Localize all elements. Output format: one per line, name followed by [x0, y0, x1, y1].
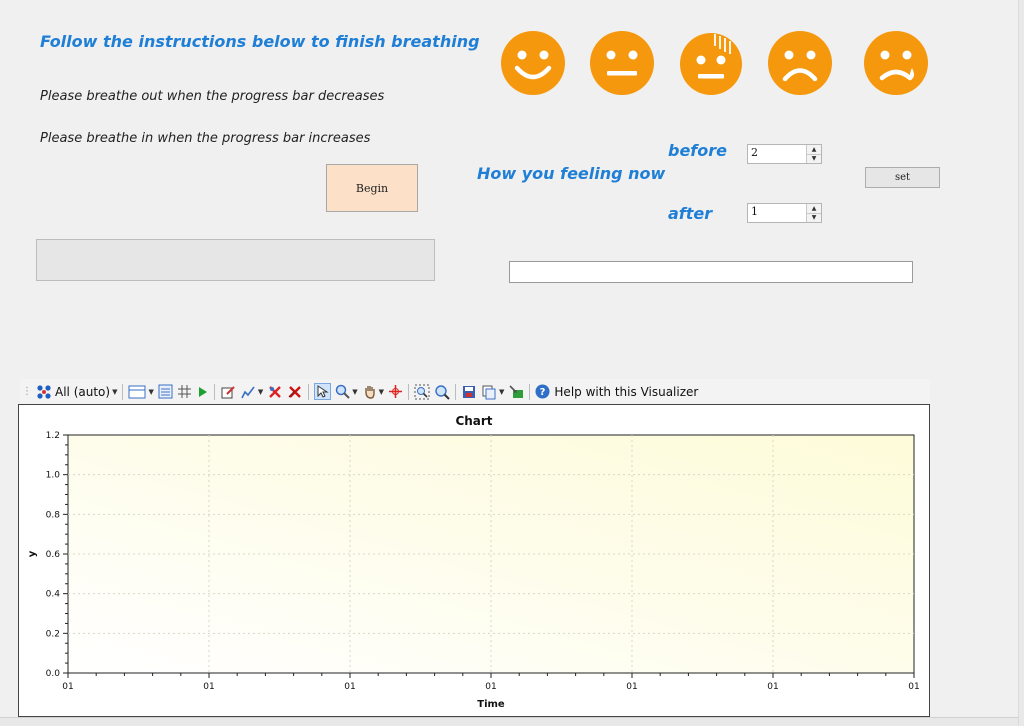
- feeling-prompt: How you feeling now: [477, 164, 666, 183]
- y-tick-label: 1.2: [46, 431, 60, 441]
- grid-view-button[interactable]: ▼: [128, 385, 154, 399]
- visualizer-toolbar: ⋮ All (auto) ▼ ▼ ▼ ▼ ▼ ▼ ? Help with thi…: [20, 379, 930, 404]
- happy-face-icon[interactable]: [500, 30, 566, 96]
- cursor-icon: [317, 385, 329, 398]
- magnifier-icon: [335, 384, 350, 399]
- after-value[interactable]: 1: [748, 204, 806, 222]
- chart-title: Chart: [455, 414, 492, 428]
- crosshair-button[interactable]: [388, 384, 403, 399]
- edit-icon: [221, 385, 235, 398]
- after-decrement-icon[interactable]: ▼: [807, 212, 821, 222]
- remove-button[interactable]: [287, 384, 303, 400]
- clear-icon: [269, 385, 282, 398]
- zoom-fit-icon: [414, 384, 430, 399]
- gridlines-button[interactable]: [177, 384, 192, 399]
- toolbar-divider: [122, 383, 124, 400]
- zoom-out-button[interactable]: [434, 384, 450, 400]
- x-tick-label: 01: [344, 682, 355, 692]
- edit-button[interactable]: [220, 384, 236, 400]
- table-icon: [128, 385, 146, 398]
- before-value[interactable]: 2: [748, 145, 806, 163]
- before-spinbox[interactable]: 2 ▲ ▼: [747, 144, 822, 164]
- export-icon: [509, 384, 524, 398]
- pan-button[interactable]: ▼: [362, 384, 384, 399]
- export-button[interactable]: [508, 384, 524, 400]
- delete-icon: [288, 385, 302, 398]
- y-tick-label: 0.2: [46, 629, 60, 639]
- nodes-icon: [37, 384, 51, 399]
- after-increment-icon[interactable]: ▲: [807, 204, 821, 213]
- before-increment-icon[interactable]: ▲: [807, 145, 821, 154]
- chevron-down-icon[interactable]: ▼: [499, 388, 504, 396]
- y-tick-label: 1.0: [46, 471, 61, 481]
- chevron-down-icon[interactable]: ▼: [112, 388, 117, 396]
- pencil-icon: [241, 386, 255, 398]
- select-button[interactable]: [314, 383, 332, 400]
- before-label: before: [668, 141, 727, 160]
- svg-text:?: ?: [540, 387, 546, 398]
- toolbar-divider: [455, 383, 457, 400]
- breathe-out-instruction: Please breathe out when the progress bar…: [40, 89, 385, 104]
- zoom-button[interactable]: ▼: [335, 384, 358, 399]
- y-axis-label: y: [27, 550, 38, 557]
- x-tick-label: 01: [908, 682, 919, 692]
- save-icon: [463, 385, 476, 398]
- x-tick-label: 01: [626, 682, 637, 692]
- grid-icon: [177, 385, 191, 398]
- help-button[interactable]: ? Help with this Visualizer: [535, 384, 698, 399]
- window-edge: [1018, 0, 1024, 725]
- begin-button[interactable]: Begin: [326, 164, 418, 212]
- y-tick-label: 0.6: [46, 550, 61, 560]
- breathing-progress-bar: [36, 239, 435, 281]
- y-tick-label: 0.4: [46, 590, 61, 600]
- after-label: after: [668, 204, 713, 223]
- neutral-face-icon[interactable]: [588, 30, 656, 96]
- set-button[interactable]: set: [865, 167, 940, 188]
- draw-button[interactable]: ▼: [240, 384, 263, 400]
- copy-button[interactable]: ▼: [481, 384, 504, 400]
- list-icon: [158, 384, 173, 399]
- play-icon: [198, 386, 207, 397]
- copy-icon: [482, 385, 496, 399]
- toolbar-divider: [213, 383, 215, 400]
- before-decrement-icon[interactable]: ▼: [807, 153, 821, 163]
- toolbar-divider: [529, 383, 531, 400]
- crosshair-icon: [389, 385, 403, 398]
- save-button[interactable]: [461, 384, 477, 400]
- x-tick-label: 01: [767, 682, 778, 692]
- y-tick-label: 0.8: [46, 510, 61, 520]
- toolbar-divider: [308, 383, 310, 400]
- toolbar-divider: [408, 383, 410, 400]
- crying-face-icon[interactable]: [862, 30, 930, 96]
- x-axis-label: Time: [477, 699, 505, 710]
- x-tick-label: 01: [485, 682, 496, 692]
- breathe-in-instruction: Please breathe in when the progress bar …: [40, 131, 371, 146]
- grip-icon: ⋮: [22, 386, 32, 397]
- help-icon: ?: [535, 384, 550, 399]
- x-tick-label: 01: [203, 682, 214, 692]
- zoom-fit-button[interactable]: [414, 384, 430, 400]
- sad-face-icon[interactable]: [766, 30, 834, 96]
- instructions-heading: Follow the instructions below to finish …: [40, 32, 480, 51]
- zoom-out-icon: [435, 384, 450, 400]
- chart-panel: Chart 0.0 0.2 0.4 0.6 0.8 1.0 1.2 01 01 01 01 01 01 0…: [18, 404, 930, 717]
- line-chart[interactable]: Chart 0.0 0.2 0.4 0.6 0.8 1.0 1.2 01 01 01 01 01 01 0…: [19, 405, 929, 716]
- after-spinbox[interactable]: 1 ▲ ▼: [747, 203, 822, 223]
- mood-progress-bar: [509, 261, 913, 283]
- series-selector[interactable]: All (auto) ▼: [36, 384, 117, 400]
- hand-icon: [364, 386, 375, 399]
- y-tick-label: 0.0: [46, 669, 61, 679]
- chevron-down-icon[interactable]: ▼: [148, 388, 153, 396]
- series-selector-label[interactable]: All (auto): [55, 385, 110, 399]
- play-button[interactable]: [196, 385, 209, 399]
- chevron-down-icon[interactable]: ▼: [379, 388, 384, 396]
- x-tick-label: 01: [62, 682, 73, 692]
- clear-series-button[interactable]: [267, 384, 283, 400]
- chevron-down-icon[interactable]: ▼: [258, 388, 263, 396]
- list-button[interactable]: [158, 384, 173, 399]
- help-label[interactable]: Help with this Visualizer: [554, 385, 698, 399]
- chevron-down-icon[interactable]: ▼: [352, 388, 357, 396]
- anxious-face-icon[interactable]: [680, 30, 742, 96]
